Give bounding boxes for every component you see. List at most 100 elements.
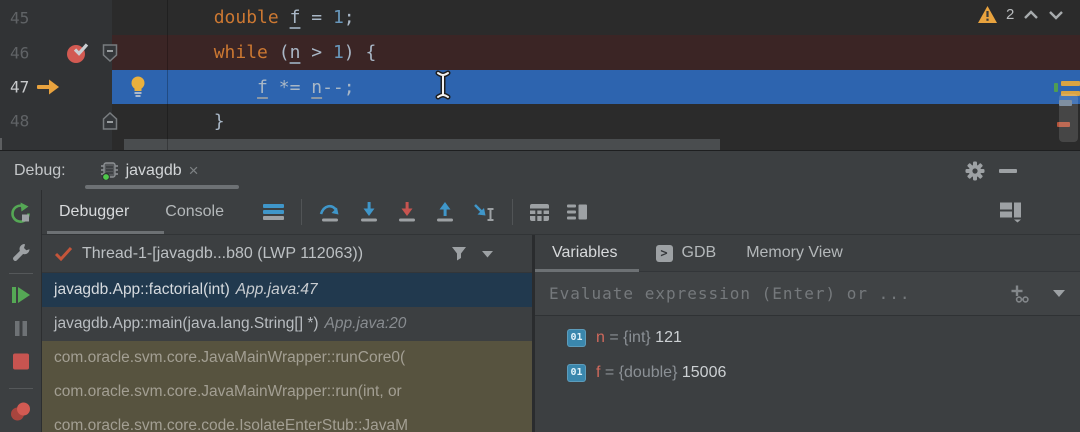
rerun-icon[interactable]	[9, 202, 32, 225]
wrench-icon[interactable]	[10, 242, 31, 263]
breakpoint-icon[interactable]	[66, 42, 90, 64]
step-over-icon[interactable]	[318, 201, 342, 223]
variable-type: = {int}	[605, 329, 655, 346]
resume-icon[interactable]	[10, 284, 32, 306]
editor-code-lines: 45 double f = 1;46 while (n > 1) {47	[0, 0, 1080, 150]
debug-tool-window: Debug: javagdb ×	[0, 150, 1080, 432]
tab-debugger[interactable]: Debugger	[49, 203, 139, 221]
editor-line[interactable]: 47 f *= n--;	[0, 70, 1080, 104]
step-out-icon[interactable]	[434, 201, 456, 223]
layout-options-icon[interactable]	[566, 203, 588, 221]
step-into-icon[interactable]	[358, 201, 380, 223]
gutter-divider	[167, 0, 168, 150]
toolbar-separator	[9, 273, 33, 274]
code-segment: ) {	[344, 42, 377, 63]
variables-tabs: Variables > GDB Memory View	[535, 235, 1080, 272]
frame-method: javagdb.App::main(java.lang.String[] *)	[54, 315, 319, 333]
force-step-into-icon[interactable]	[396, 201, 418, 223]
tab-memory-view[interactable]: Memory View	[746, 244, 843, 262]
editor-line[interactable]: 48 }	[0, 104, 1080, 138]
line-number: 46	[10, 43, 29, 62]
frame-location: App.java:20	[325, 315, 407, 333]
editor-line[interactable]: 45 double f = 1;	[0, 0, 1080, 35]
tab-console[interactable]: Console	[155, 203, 234, 221]
chevron-down-icon[interactable]	[481, 250, 494, 258]
code-text[interactable]: f *= n--;	[112, 77, 355, 98]
variable-text: f = {double} 15006	[596, 364, 726, 382]
code-segment: =	[300, 7, 333, 28]
editor-gutter[interactable]: 46	[0, 35, 112, 70]
execution-point-icon	[36, 79, 60, 96]
restore-layout-icon[interactable]	[999, 202, 1022, 223]
code-segment: n	[311, 77, 322, 98]
debug-left-toolbar	[0, 190, 42, 432]
mouse-ibeam-cursor	[434, 70, 452, 100]
toolbar-separator	[512, 199, 513, 225]
code-indent	[127, 111, 214, 132]
editor-line[interactable]: 46 while (n > 1) {	[0, 35, 1080, 70]
code-text[interactable]: }	[112, 111, 225, 132]
hide-panel-icon[interactable]	[999, 169, 1017, 173]
warning-count: 2	[1006, 6, 1014, 23]
chevron-down-icon[interactable]	[1052, 289, 1066, 298]
stack-frame[interactable]: com.oracle.svm.core.JavaMainWrapper::run…	[42, 341, 532, 375]
line-number: 48	[10, 112, 29, 131]
active-tab-underline	[85, 185, 239, 189]
active-tab-underline	[47, 231, 164, 234]
editor-gutter[interactable]: 45	[0, 0, 112, 35]
editor-gutter[interactable]: 47	[0, 70, 112, 104]
variables-panel: Variables > GDB Memory View Evaluate exp…	[535, 235, 1080, 432]
evaluate-expression-input[interactable]: Evaluate expression (Enter) or ...	[535, 272, 1080, 316]
stack-frame[interactable]: com.oracle.svm.core.JavaMainWrapper::run…	[42, 375, 532, 409]
add-watch-icon[interactable]	[1009, 284, 1030, 303]
tab-variables[interactable]: Variables	[552, 244, 618, 262]
toolbar-separator	[9, 388, 33, 389]
thread-selector[interactable]: Thread-1-[javagdb...b80 (LWP 112063))	[42, 235, 532, 273]
stripe-mark-green[interactable]	[1054, 83, 1058, 92]
code-text[interactable]: double f = 1;	[112, 7, 355, 28]
evaluate-expression-icon[interactable]	[529, 203, 550, 222]
pause-icon[interactable]	[12, 319, 30, 338]
ide-window: 45 double f = 1;46 while (n > 1) {47	[0, 0, 1080, 432]
code-editor[interactable]: 45 double f = 1;46 while (n > 1) {47	[0, 0, 1080, 150]
next-problem-icon[interactable]	[1048, 10, 1064, 20]
code-text[interactable]: while (n > 1) {	[112, 42, 376, 63]
tab-gdb[interactable]: > GDB	[656, 244, 717, 262]
gear-icon[interactable]	[964, 160, 986, 182]
primitive-badge-icon: 01	[567, 329, 586, 347]
warning-icon	[978, 6, 997, 23]
frame-method: com.oracle.svm.core.code.IsolateEnterStu…	[54, 417, 408, 432]
inspections-widget[interactable]: 2	[978, 6, 1064, 23]
stack-frame[interactable]: com.oracle.svm.core.code.IsolateEnterStu…	[42, 409, 532, 432]
frame-method: javagdb.App::factorial(int)	[54, 281, 230, 299]
editor-scrollbar-thumb[interactable]	[1059, 94, 1078, 142]
code-segment: --;	[322, 77, 355, 98]
variables-list: 01 n = {int} 121 01f = {double} 15006	[535, 316, 1080, 432]
variable-text: n = {int} 121	[596, 329, 682, 347]
code-segment: (	[268, 42, 290, 63]
view-breakpoints-icon[interactable]	[9, 400, 32, 423]
stripe-mark-warning[interactable]	[1061, 81, 1080, 86]
terminal-icon: >	[656, 245, 673, 262]
active-tab-underline	[535, 269, 639, 272]
run-to-cursor-icon[interactable]	[472, 201, 496, 223]
code-indent	[127, 7, 214, 28]
threads-view-icon[interactable]	[262, 203, 285, 221]
stack-frame[interactable]: javagdb.App::factorial(int) App.java:47	[42, 273, 532, 307]
stack-frame[interactable]: javagdb.App::main(java.lang.String[] *) A…	[42, 307, 532, 341]
variable-row[interactable]: 01f = {double} 15006	[535, 355, 1080, 390]
stop-icon[interactable]	[11, 352, 30, 371]
code-indent	[127, 42, 214, 63]
line-number: 47	[10, 78, 29, 97]
prev-problem-icon[interactable]	[1023, 10, 1039, 20]
evaluate-placeholder: Evaluate expression (Enter) or ...	[549, 284, 1001, 303]
debug-header: Debug: javagdb ×	[0, 151, 1080, 190]
close-tab-icon[interactable]: ×	[189, 162, 199, 179]
debugger-toolbar: Debugger Console	[42, 190, 1080, 235]
editor-gutter[interactable]: 48	[0, 104, 112, 138]
code-segment: 1	[333, 7, 344, 28]
frame-location: App.java:47	[236, 281, 318, 299]
variable-row[interactable]: 01 n = {int} 121	[535, 320, 1080, 355]
thread-filter-icon[interactable]	[451, 246, 467, 261]
code-segment: double	[214, 7, 279, 28]
